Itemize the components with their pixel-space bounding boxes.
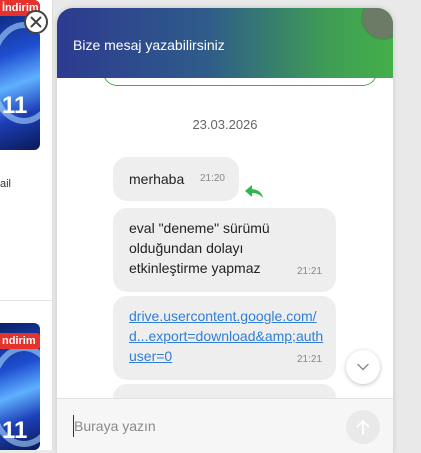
date-separator: 23.03.2026 xyxy=(192,117,258,132)
message-bubble: eval "deneme" sürümü olduğundan dolayı e… xyxy=(113,208,336,292)
message-time: 21:21 xyxy=(296,266,322,277)
chat-title: Bize mesaj yazabilirsiniz xyxy=(73,37,225,53)
promo-number: 11 xyxy=(2,417,28,444)
message-composer xyxy=(57,398,393,453)
promo-number: 11 xyxy=(2,92,28,119)
message-list[interactable]: 23.03.2026 merhaba 21:20 eval "deneme" s… xyxy=(57,78,393,398)
send-button[interactable] xyxy=(346,410,380,444)
chevron-down-icon xyxy=(357,363,369,371)
message-text: merhaba xyxy=(129,171,185,187)
discount-badge: ndirim xyxy=(0,333,40,349)
close-chat-button[interactable] xyxy=(24,10,48,34)
chat-widget: Bize mesaj yazabilirsiniz 23.03.2026 mer… xyxy=(57,8,393,453)
divider xyxy=(0,300,52,301)
message-time: 21:20 xyxy=(199,173,225,184)
send-arrow-up-icon xyxy=(356,420,370,435)
message-bubble: drive.usercontent.google.com/d...export=… xyxy=(113,296,336,380)
agent-avatar xyxy=(361,8,393,40)
message-bubble: merhaba 21:20 xyxy=(113,157,239,201)
message-input[interactable] xyxy=(73,415,334,437)
previous-card xyxy=(103,78,377,86)
message-text: eval "deneme" sürümü olduğundan dolayı e… xyxy=(129,220,270,276)
message-time: 21:21 xyxy=(296,354,322,365)
message-bubble xyxy=(113,384,336,398)
chat-header: Bize mesaj yazabilirsiniz xyxy=(57,8,393,78)
promo-card-bottom[interactable]: ndirim 11 xyxy=(0,323,40,450)
scroll-down-button[interactable] xyxy=(346,350,380,384)
close-icon xyxy=(30,16,42,28)
message-link[interactable]: drive.usercontent.google.com/d...export=… xyxy=(129,308,323,364)
reply-arrow-icon[interactable] xyxy=(244,184,264,200)
background-page: İndirim 11 ail ndirim 11 xyxy=(0,0,53,450)
product-text-fragment: ail xyxy=(0,178,12,190)
